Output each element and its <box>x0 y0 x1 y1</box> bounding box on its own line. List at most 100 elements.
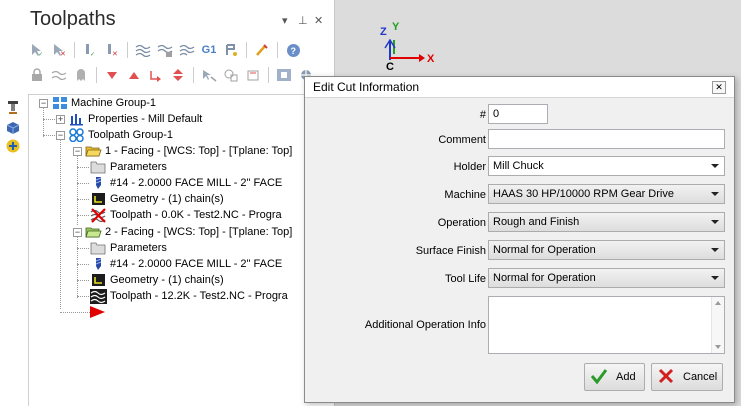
tree-node-op2-tool[interactable]: #14 - 2.0000 FACE MILL - 2" FACE <box>90 256 282 272</box>
highspeed-icon[interactable] <box>253 41 271 59</box>
chevron-down-icon <box>711 192 719 196</box>
chevron-down-icon <box>711 220 719 224</box>
dirty-toolpath-icon <box>90 207 107 223</box>
scroll-arrow-icon[interactable] <box>169 66 187 84</box>
tree-node-op1-toolpath[interactable]: Toolpath - 0.0K - Test2.NC - Progra <box>90 207 282 223</box>
tree-node-op1-tool[interactable]: #14 - 2.0000 FACE MILL - 2" FACE <box>90 175 282 191</box>
tree-label: Geometry - (1) chain(s) <box>110 193 224 205</box>
toolbar-row-1: ✓ ✕ ✓ ✕ G1 ? <box>28 40 302 60</box>
open-folder-icon <box>85 225 102 240</box>
toggle-display-icon[interactable] <box>50 66 68 84</box>
dialog-close-button[interactable]: ✕ <box>712 81 726 94</box>
tree-label: Parameters <box>110 242 167 254</box>
svg-text:?: ? <box>290 46 296 56</box>
tree-label: Toolpath Group-1 <box>88 129 173 141</box>
tool-icon <box>90 257 107 272</box>
scroll-down-icon[interactable] <box>715 345 721 349</box>
select-tool-icon[interactable]: ✓ <box>81 41 99 59</box>
tool-life-label: Tool Life <box>445 273 486 285</box>
additional-info-textarea[interactable] <box>488 296 725 354</box>
axis-y-label: Y <box>392 21 400 33</box>
holder-combobox[interactable]: Mill Chuck <box>488 156 725 176</box>
post-icon[interactable] <box>222 41 240 59</box>
stock-icon[interactable] <box>244 66 262 84</box>
tree-node-op2[interactable]: − 2 - Facing - [WCS: Top] - [Tplane: Top… <box>73 224 292 240</box>
machine-select[interactable]: HAAS 30 HP/10000 RPM Gear Drive <box>488 184 725 204</box>
tree-node-op2-geometry[interactable]: Geometry - (1) chain(s) <box>90 272 224 288</box>
regenerate-all-icon[interactable] <box>134 41 152 59</box>
collapse-icon[interactable]: − <box>56 130 65 140</box>
collapse-icon[interactable]: − <box>39 98 48 108</box>
surface-finish-select[interactable]: Normal for Operation <box>488 240 725 260</box>
tree-label: Geometry - (1) chain(s) <box>110 274 224 286</box>
svg-text:✓: ✓ <box>38 52 43 57</box>
toolbar-row-2 <box>28 65 315 85</box>
insert-arrow-icon[interactable] <box>147 66 165 84</box>
machine-icon[interactable] <box>5 100 21 116</box>
select-all-icon[interactable]: ✓ <box>28 41 46 59</box>
tree-node-op2-parameters[interactable]: Parameters <box>90 240 167 256</box>
deselect-icon[interactable]: ✕ <box>50 41 68 59</box>
toolpath-tree: − Machine Group-1 + Properties - Mill De… <box>28 94 334 406</box>
tree-node-machine-group[interactable]: − Machine Group-1 <box>39 95 156 111</box>
stock-model-icon[interactable] <box>5 119 21 135</box>
insert-position-arrow-icon[interactable] <box>89 304 107 323</box>
cancel-icon <box>657 367 675 388</box>
multi-view-icon[interactable] <box>222 66 240 84</box>
svg-text:✓: ✓ <box>90 52 95 57</box>
tree-node-op1[interactable]: − 1 - Facing - [WCS: Top] - [Tplane: Top… <box>73 143 292 159</box>
tree-node-op2-toolpath[interactable]: Toolpath - 12.2K - Test2.NC - Progra <box>90 288 288 304</box>
surface-finish-value: Normal for Operation <box>493 244 596 256</box>
move-down-icon[interactable] <box>103 66 121 84</box>
comment-field[interactable] <box>488 129 725 149</box>
pin-icon[interactable]: ⊥ <box>298 14 308 27</box>
panel-menu-icon[interactable]: ▾ <box>282 14 288 27</box>
chevron-down-icon <box>711 248 719 252</box>
tree-node-toolpath-group[interactable]: − Toolpath Group-1 <box>56 127 173 143</box>
help-icon[interactable]: ? <box>284 41 302 59</box>
chevron-down-icon <box>711 164 719 168</box>
scroll-up-icon[interactable] <box>715 301 721 305</box>
tool-life-select[interactable]: Normal for Operation <box>488 268 725 288</box>
tree-label: Machine Group-1 <box>71 97 156 109</box>
tree-node-op1-parameters[interactable]: Parameters <box>90 159 167 175</box>
deselect-tool-icon[interactable]: ✕ <box>103 41 121 59</box>
number-label: # <box>479 109 486 121</box>
axis-z-label: Z <box>380 26 387 38</box>
collapse-icon[interactable]: − <box>73 146 82 156</box>
regenerate-dirty-icon[interactable] <box>156 41 174 59</box>
g1-icon[interactable]: G1 <box>200 41 218 59</box>
holder-value: Mill Chuck <box>493 160 544 172</box>
number-field[interactable]: 0 <box>488 104 548 124</box>
tool-life-value: Normal for Operation <box>493 272 596 284</box>
move-up-icon[interactable] <box>125 66 143 84</box>
tree-node-properties[interactable]: + Properties - Mill Default <box>56 111 202 127</box>
textarea-scrollbar[interactable] <box>711 297 724 353</box>
machine-value: HAAS 30 HP/10000 RPM Gear Drive <box>493 188 674 200</box>
tree-label: Properties - Mill Default <box>88 113 203 125</box>
collapse-icon[interactable]: − <box>73 227 82 237</box>
machine-sim-icon[interactable] <box>275 66 293 84</box>
holder-label: Holder <box>453 161 486 173</box>
geometry-icon <box>90 273 107 288</box>
dialog-titlebar: Edit Cut Information <box>305 77 734 98</box>
lock-icon[interactable] <box>28 66 46 84</box>
add-op-icon[interactable] <box>5 138 21 154</box>
toggle-post-icon[interactable] <box>72 66 90 84</box>
selection-filter-icon[interactable] <box>200 66 218 84</box>
folder-icon <box>90 241 107 256</box>
open-folder-icon <box>85 144 102 159</box>
tool-icon <box>90 176 107 191</box>
panel-close-icon[interactable]: ✕ <box>314 14 323 27</box>
machine-label: Machine <box>444 189 486 201</box>
operation-select[interactable]: Rough and Finish <box>488 212 725 232</box>
tree-node-op1-geometry[interactable]: Geometry - (1) chain(s) <box>90 191 224 207</box>
add-button[interactable]: Add <box>584 363 645 391</box>
expand-icon[interactable]: + <box>56 114 65 124</box>
svg-text:✕: ✕ <box>60 51 66 57</box>
axis-c-label: C <box>386 61 394 73</box>
tree-label: 2 - Facing - [WCS: Top] - [Tplane: Top] <box>105 226 293 238</box>
cancel-button[interactable]: Cancel <box>651 363 723 391</box>
backplot-icon[interactable] <box>178 41 196 59</box>
chevron-down-icon <box>711 276 719 280</box>
